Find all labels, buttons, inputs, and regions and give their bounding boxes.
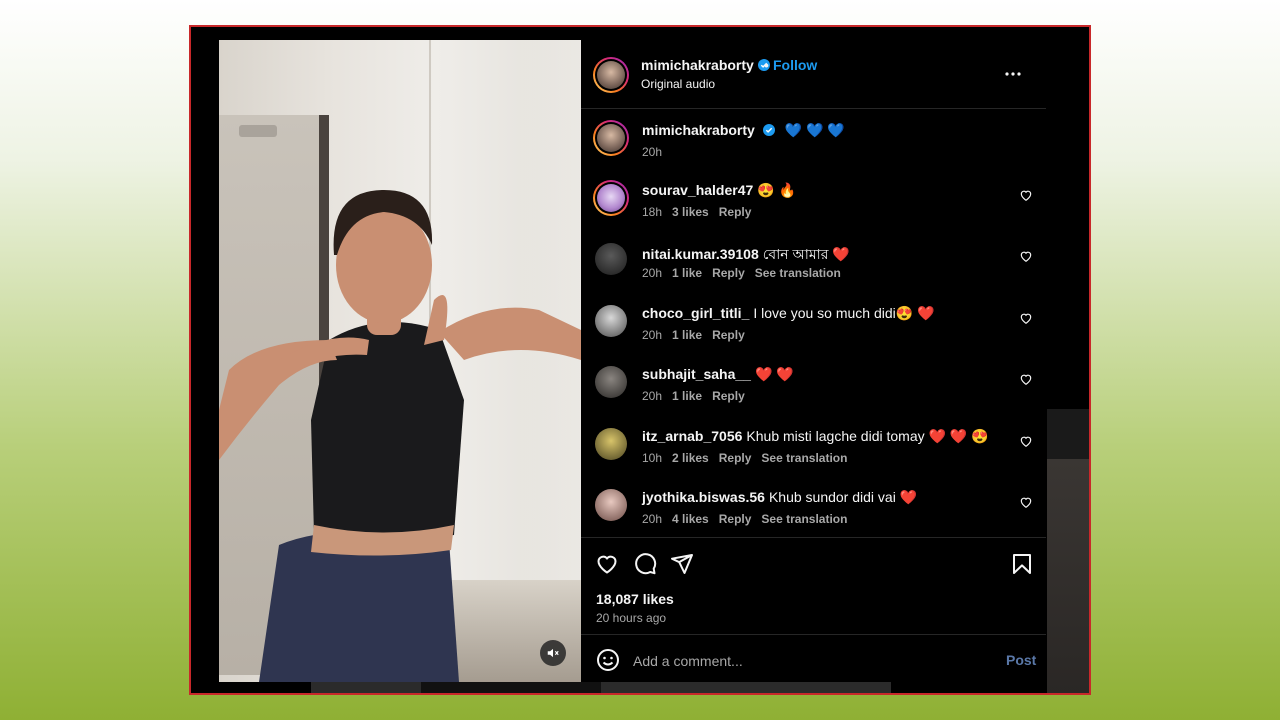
follow-button[interactable]: Follow bbox=[773, 57, 817, 73]
comment-item: choco_girl_titli_ I love you so much didi… bbox=[581, 303, 1046, 357]
caption-item: mimichakraborty 💙 💙 💙 20h bbox=[581, 120, 1046, 174]
verified-badge-icon bbox=[762, 124, 775, 136]
muted-speaker-icon bbox=[547, 648, 559, 658]
add-comment-input[interactable] bbox=[631, 647, 995, 675]
comment-item: jyothika.biswas.56 Khub sundor didi vai ❤… bbox=[581, 487, 1046, 537]
comment-likes[interactable]: 2 likes bbox=[672, 451, 709, 465]
caption-text: 💙 💙 💙 bbox=[784, 122, 845, 138]
comment-like-heart-icon[interactable] bbox=[1019, 188, 1033, 202]
comment-text: Khub misti lagche didi tomay ❤️ ❤️ 😍 bbox=[746, 428, 989, 444]
post-comment-button[interactable]: Post bbox=[1006, 652, 1036, 668]
more-options-icon bbox=[1005, 72, 1021, 76]
author-username[interactable]: mimichakraborty bbox=[641, 57, 770, 73]
add-comment-row: Post bbox=[581, 634, 1046, 684]
comment-likes[interactable]: 4 likes bbox=[672, 512, 709, 526]
comment-likes[interactable]: 1 like bbox=[672, 328, 702, 342]
comment-likes[interactable]: 3 likes bbox=[672, 205, 709, 219]
comment-like-heart-icon[interactable] bbox=[1019, 434, 1033, 448]
comment-like-heart-icon[interactable] bbox=[1019, 495, 1033, 509]
see-translation-button[interactable]: See translation bbox=[761, 512, 847, 526]
bookmark-icon[interactable] bbox=[1010, 552, 1034, 576]
commenter-avatar[interactable] bbox=[595, 243, 627, 275]
comment-text: I love you so much didi😍 ❤️ bbox=[753, 305, 935, 321]
see-translation-button[interactable]: See translation bbox=[761, 451, 847, 465]
more-options-button[interactable] bbox=[1001, 62, 1025, 86]
caption-username[interactable]: mimichakraborty bbox=[642, 122, 755, 138]
comment-item: nitai.kumar.39108 বোন আমার ❤️ 20h 1 like Re… bbox=[581, 241, 1046, 295]
comment-time: 20h bbox=[642, 512, 663, 526]
comment-time: 10h bbox=[642, 451, 663, 465]
heart-icon[interactable] bbox=[595, 552, 619, 576]
reply-button[interactable]: Reply bbox=[712, 328, 745, 342]
mute-toggle-button[interactable] bbox=[540, 640, 566, 666]
commenter-username[interactable]: jyothika.biswas.56 bbox=[642, 489, 765, 505]
commenter-username[interactable]: itz_arnab_7056 bbox=[642, 428, 742, 444]
comments-list[interactable]: mimichakraborty 💙 💙 💙 20h sourav_halder4… bbox=[581, 109, 1046, 537]
comment-item: subhajit_saha__ ❤️ ❤️ 20h 1 like Reply bbox=[581, 364, 1046, 418]
comment-text: 😍 🔥 bbox=[757, 182, 797, 198]
commenter-avatar[interactable] bbox=[593, 180, 629, 216]
commenter-username[interactable]: subhajit_saha__ bbox=[642, 366, 751, 382]
likes-count[interactable]: 18,087 likes bbox=[596, 591, 674, 607]
commenter-avatar[interactable] bbox=[595, 366, 627, 398]
comment-item: itz_arnab_7056 Khub misti lagche didi tom… bbox=[581, 426, 1046, 480]
commenter-avatar[interactable] bbox=[595, 489, 627, 521]
comment-icon[interactable] bbox=[633, 552, 657, 576]
post-actions: 18,087 likes 20 hours ago Post bbox=[581, 537, 1046, 683]
post-time-ago: 20 hours ago bbox=[596, 611, 667, 625]
reply-button[interactable]: Reply bbox=[719, 512, 752, 526]
caption-time: 20h bbox=[642, 145, 663, 159]
post-details-panel: mimichakraborty • Follow Original audio … bbox=[581, 40, 1046, 682]
comment-time: 20h bbox=[642, 266, 663, 280]
separator-dot: • bbox=[764, 57, 769, 73]
reply-button[interactable]: Reply bbox=[719, 205, 752, 219]
comment-time: 18h bbox=[642, 205, 663, 219]
comment-text: বোন আমার ❤️ bbox=[762, 246, 850, 262]
commenter-avatar[interactable] bbox=[595, 428, 627, 460]
see-translation-button[interactable]: See translation bbox=[755, 266, 841, 280]
comment-item: sourav_halder47 😍 🔥 18h 3 likes Reply bbox=[581, 180, 1046, 234]
video-subject-illustration bbox=[219, 190, 581, 682]
commenter-username[interactable]: choco_girl_titli_ bbox=[642, 305, 749, 321]
comment-like-heart-icon[interactable] bbox=[1019, 249, 1033, 263]
smiley-icon[interactable] bbox=[596, 648, 620, 672]
author-avatar[interactable] bbox=[593, 57, 629, 93]
commenter-avatar[interactable] bbox=[595, 305, 627, 337]
reply-button[interactable]: Reply bbox=[719, 451, 752, 465]
background-feed-thumbnail bbox=[1047, 409, 1089, 693]
reel-video[interactable] bbox=[219, 40, 581, 682]
commenter-username[interactable]: sourav_halder47 bbox=[642, 182, 753, 198]
commenter-username[interactable]: nitai.kumar.39108 bbox=[642, 246, 759, 262]
comment-time: 20h bbox=[642, 389, 663, 403]
reply-button[interactable]: Reply bbox=[712, 266, 745, 280]
comment-text: Khub sundor didi vai ❤️ bbox=[768, 489, 918, 505]
caption-avatar[interactable] bbox=[593, 120, 629, 156]
comment-time: 20h bbox=[642, 328, 663, 342]
comment-likes[interactable]: 1 like bbox=[672, 389, 702, 403]
post-header: mimichakraborty • Follow Original audio bbox=[581, 40, 1046, 109]
share-icon[interactable] bbox=[670, 552, 694, 576]
comment-like-heart-icon[interactable] bbox=[1019, 372, 1033, 386]
comment-like-heart-icon[interactable] bbox=[1019, 311, 1033, 325]
reply-button[interactable]: Reply bbox=[712, 389, 745, 403]
audio-link[interactable]: Original audio bbox=[641, 77, 715, 91]
comment-text: ❤️ ❤️ bbox=[754, 366, 794, 382]
comment-likes[interactable]: 1 like bbox=[672, 266, 702, 280]
post-modal-frame: mimichakraborty • Follow Original audio … bbox=[189, 25, 1091, 695]
